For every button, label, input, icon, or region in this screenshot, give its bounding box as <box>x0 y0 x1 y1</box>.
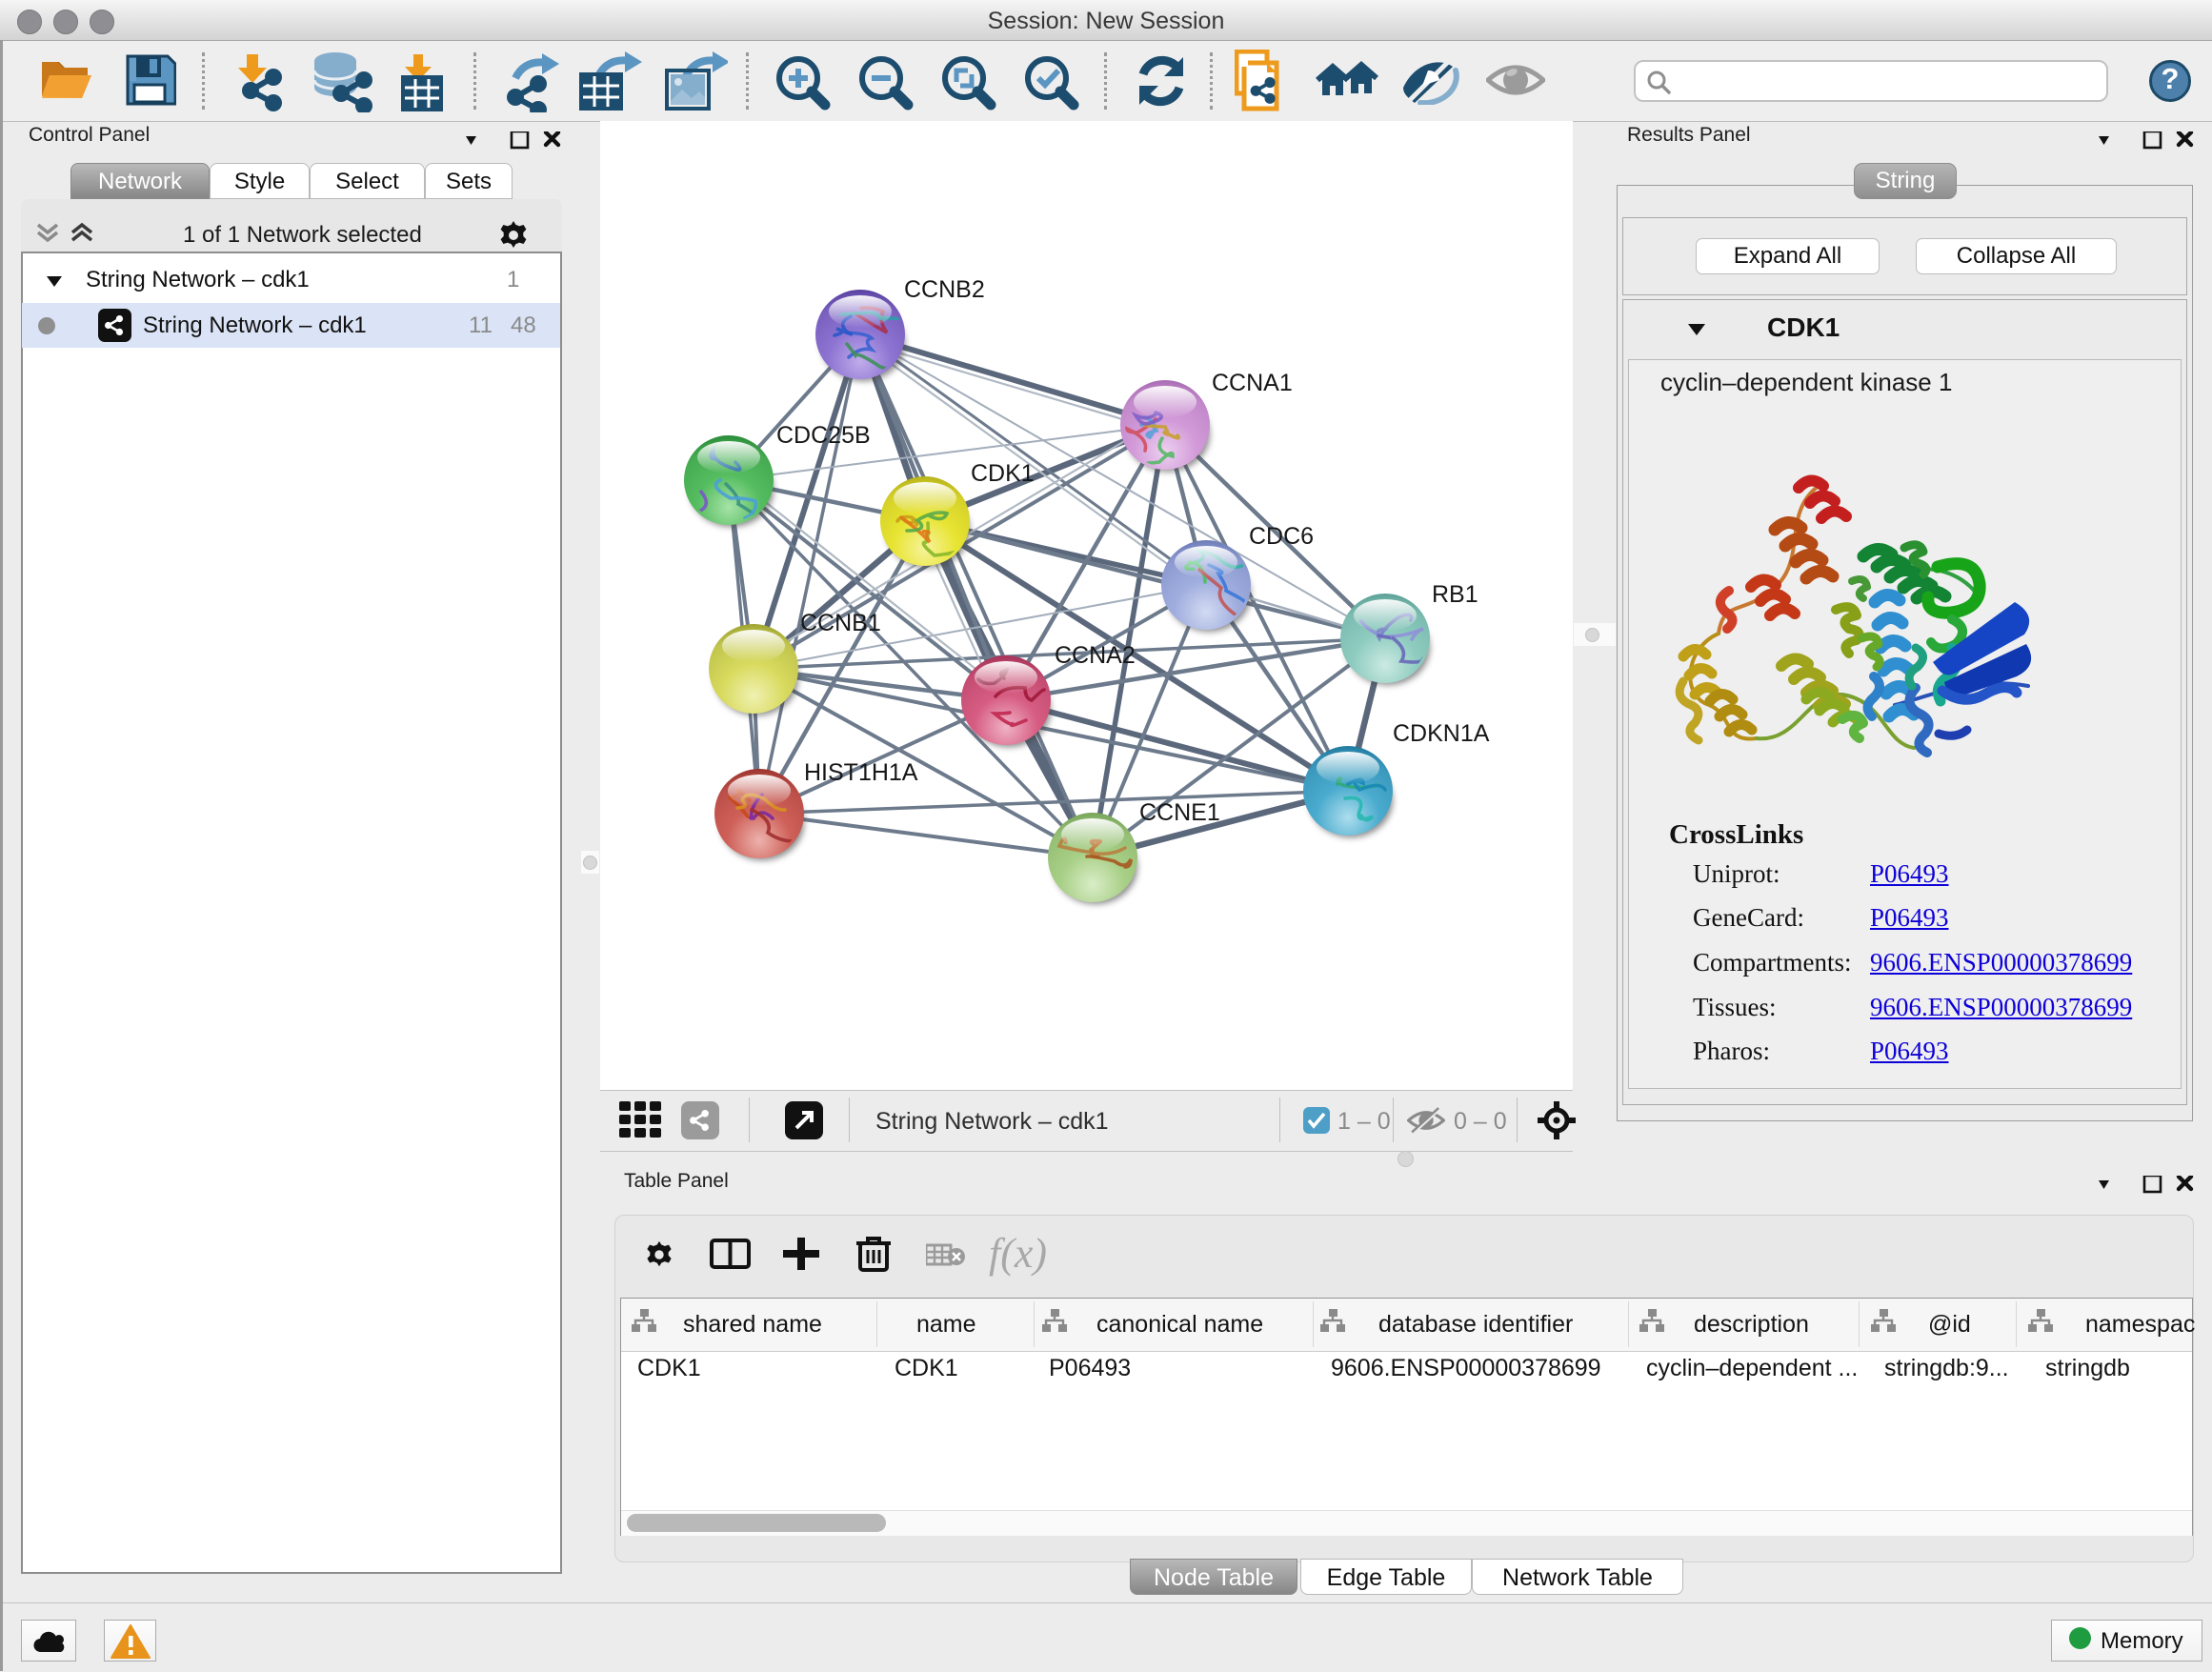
svg-text:CDC6: CDC6 <box>1249 523 1314 550</box>
svg-text:CDC25B: CDC25B <box>776 422 871 449</box>
svg-text:CCNA1: CCNA1 <box>1212 370 1293 396</box>
svg-text:RB1: RB1 <box>1432 581 1478 608</box>
svg-text:CCNE1: CCNE1 <box>1139 799 1220 826</box>
svg-text:CCNB1: CCNB1 <box>800 610 881 636</box>
svg-text:CDK1: CDK1 <box>971 460 1035 487</box>
svg-text:CCNB2: CCNB2 <box>904 276 985 303</box>
svg-text:HIST1H1A: HIST1H1A <box>804 759 918 786</box>
svg-text:CCNA2: CCNA2 <box>1055 642 1136 669</box>
svg-text:CDKN1A: CDKN1A <box>1393 720 1490 747</box>
